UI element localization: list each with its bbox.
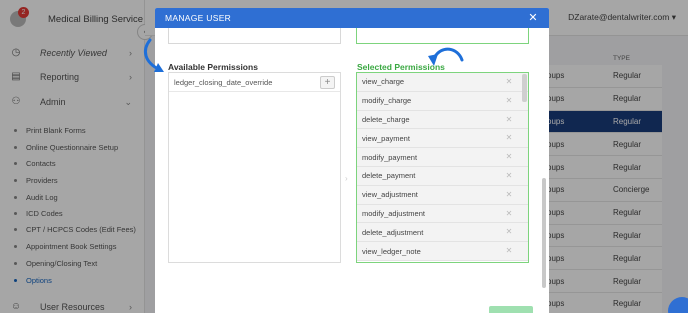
close-icon[interactable]: ✕ — [527, 12, 539, 24]
remove-permission-button[interactable]: ✕ — [504, 190, 514, 200]
remove-permission-button[interactable]: ✕ — [504, 227, 514, 237]
list-item[interactable]: delete_adjustment ✕ — [357, 223, 528, 243]
remove-permission-button[interactable]: ✕ — [504, 96, 514, 106]
available-permissions-list: ledger_closing_date_override + — [168, 72, 341, 263]
remove-permission-button[interactable]: ✕ — [504, 209, 514, 219]
previous-section-left — [168, 28, 341, 44]
modal-body: Available Permissions Selected Permissio… — [155, 28, 549, 313]
list-item[interactable]: view_payment ✕ — [357, 129, 528, 149]
annotation-arrow-right-icon — [428, 47, 464, 66]
modal-header: MANAGE USER — [155, 8, 549, 28]
list-item[interactable]: ledger_closing_date_override + — [169, 73, 340, 92]
permission-label: modify_charge — [362, 96, 412, 106]
list-item[interactable]: delete_payment ✕ — [357, 166, 528, 186]
permission-label: view_adjustment — [362, 190, 418, 200]
remove-permission-button[interactable]: ✕ — [504, 133, 514, 143]
permission-label: view_ledger_note — [362, 246, 421, 256]
remove-permission-button[interactable]: ✕ — [504, 171, 514, 181]
remove-permission-button[interactable]: ✕ — [504, 115, 514, 125]
save-button[interactable] — [489, 306, 533, 313]
permission-label: ledger_closing_date_override — [174, 77, 273, 87]
list-item[interactable]: modify_charge ✕ — [357, 91, 528, 111]
selected-permissions-list: view_charge ✕ modify_charge ✕ delete_charg… — [356, 72, 529, 263]
list-item[interactable]: modify_payment ✕ — [357, 148, 528, 167]
permission-label: delete_payment — [362, 171, 416, 181]
add-permission-button[interactable]: + — [320, 76, 335, 89]
permission-label: delete_charge — [362, 114, 410, 124]
list-scrollbar[interactable] — [522, 74, 527, 102]
permission-label: view_charge — [362, 77, 405, 87]
remove-permission-button[interactable]: ✕ — [504, 246, 514, 256]
manage-user-modal: MANAGE USER ✕ Available Permissions Sele… — [155, 8, 549, 313]
modal-scrollbar[interactable] — [542, 178, 546, 288]
list-item[interactable]: view_ledger_note ✕ — [357, 242, 528, 261]
permission-label: modify_adjustment — [362, 208, 425, 218]
permission-label: delete_adjustment — [362, 227, 424, 237]
list-item[interactable]: view_charge ✕ — [357, 73, 528, 92]
available-permissions-title: Available Permissions — [168, 62, 258, 72]
remove-permission-button[interactable]: ✕ — [504, 77, 514, 87]
permission-label: view_payment — [362, 133, 410, 143]
list-item[interactable]: delete_charge ✕ — [357, 110, 528, 130]
annotation-arrow-left-icon — [143, 38, 164, 72]
permission-label: modify_payment — [362, 152, 418, 162]
modal-title: MANAGE USER — [165, 13, 232, 23]
list-item[interactable]: view_adjustment ✕ — [357, 185, 528, 205]
remove-permission-button[interactable]: ✕ — [504, 152, 514, 162]
chevron-right-icon: › — [345, 174, 348, 183]
list-item[interactable]: modify_adjustment ✕ — [357, 204, 528, 224]
